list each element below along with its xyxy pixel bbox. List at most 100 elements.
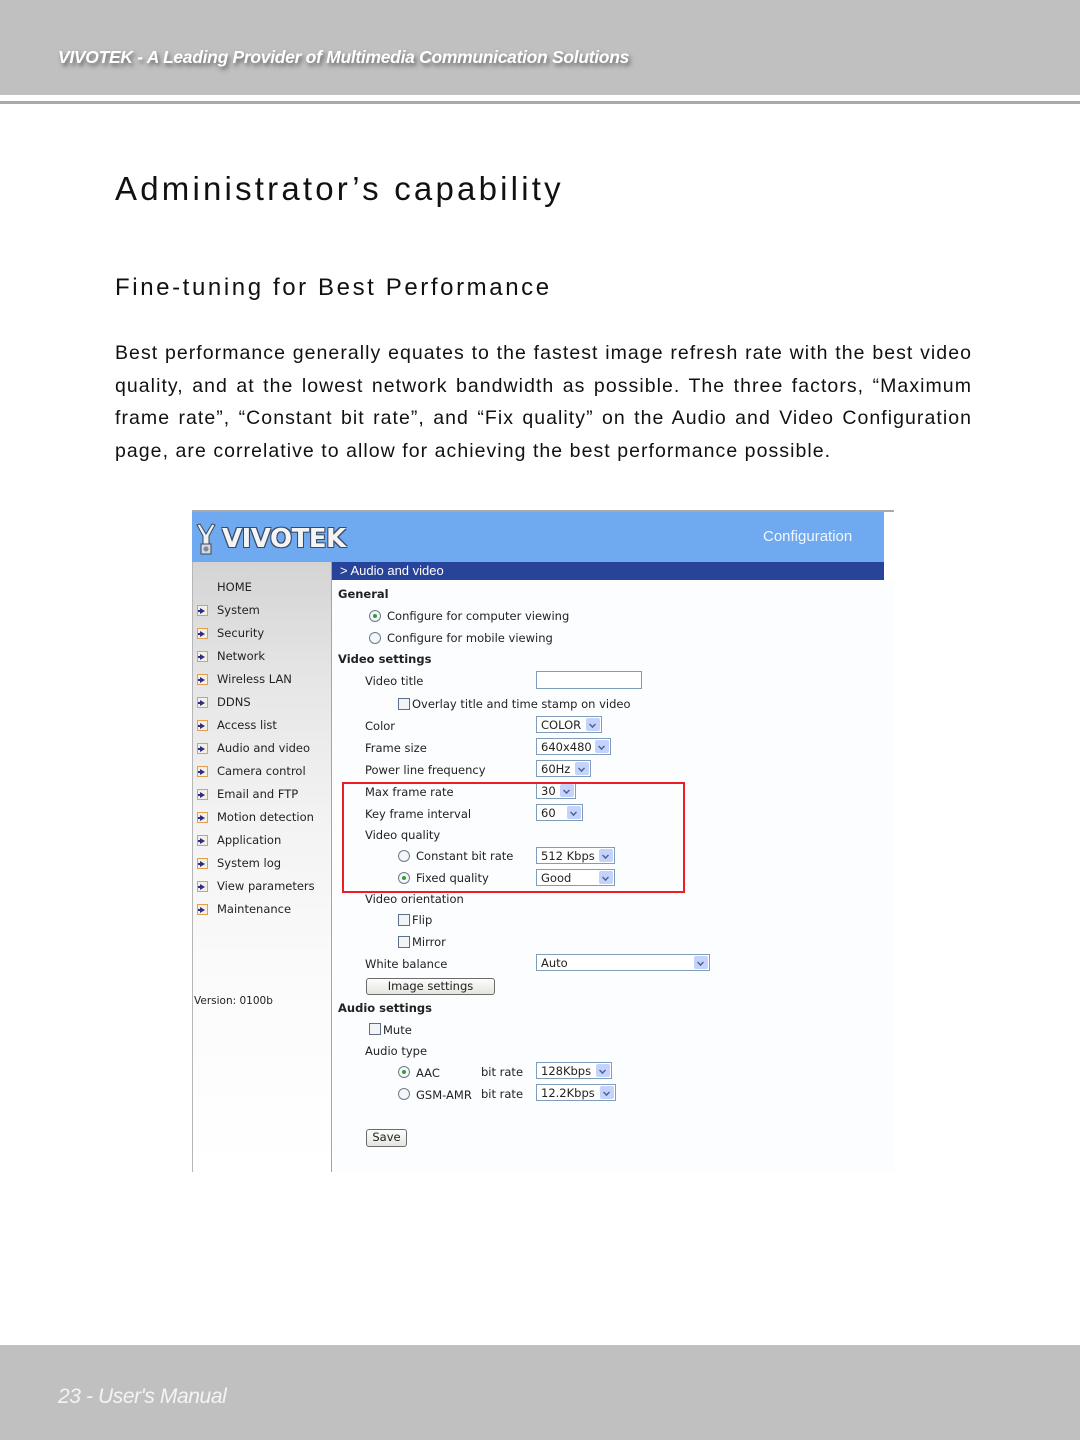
arrow-icon xyxy=(197,697,208,708)
sidebar-item-audio-and-video[interactable]: Audio and video xyxy=(193,739,332,757)
video-title-input[interactable] xyxy=(536,671,642,689)
white-balance-select[interactable]: Auto xyxy=(536,954,710,971)
arrow-icon xyxy=(197,628,208,639)
overlay-label: Overlay title and time stamp on video xyxy=(412,697,631,711)
mute-checkbox[interactable] xyxy=(369,1023,381,1035)
save-button[interactable]: Save xyxy=(366,1129,407,1147)
sidebar-item-network[interactable]: Network xyxy=(193,647,332,665)
sidebar-item-label: Camera control xyxy=(217,764,306,778)
vivotek-logo-icon xyxy=(196,523,216,555)
aac-radio[interactable] xyxy=(398,1066,410,1078)
white-balance-value: Auto xyxy=(541,956,568,970)
overlay-checkbox[interactable] xyxy=(398,698,410,710)
power-line-select[interactable]: 60Hz xyxy=(536,760,591,777)
logo-text: VIVOTEK xyxy=(222,524,346,554)
arrow-icon xyxy=(197,881,208,892)
config-banner: VIVOTEK Configuration xyxy=(192,512,884,562)
page-header: VIVOTEK - A Leading Provider of Multimed… xyxy=(0,0,1080,95)
gsm-bitrate-label: bit rate xyxy=(481,1087,524,1101)
chevron-down-icon xyxy=(694,956,708,969)
frame-size-label: Frame size xyxy=(365,741,427,755)
flip-checkbox[interactable] xyxy=(398,914,410,926)
section-title-bar: > Audio and video xyxy=(332,562,884,580)
video-settings-heading: Video settings xyxy=(338,652,432,666)
mobile-viewing-radio[interactable] xyxy=(369,632,381,644)
mirror-checkbox[interactable] xyxy=(398,936,410,948)
color-value: COLOR xyxy=(541,718,582,732)
aac-bitrate-value: 128Kbps xyxy=(541,1064,592,1078)
sidebar-item-label: Audio and video xyxy=(217,741,311,755)
computer-viewing-label: Configure for computer viewing xyxy=(387,609,570,623)
sidebar-menu: HOME System Security Network Wireless LA… xyxy=(192,562,331,1172)
chevron-down-icon xyxy=(575,762,589,775)
section-title: > Audio and video xyxy=(340,563,444,578)
sidebar-item-label: HOME xyxy=(217,580,252,594)
sidebar-item-view-parameters[interactable]: View parameters xyxy=(193,877,332,895)
arrow-icon xyxy=(197,812,208,823)
version-label: Version: 0100b xyxy=(194,995,273,1007)
sidebar-item-wireless-lan[interactable]: Wireless LAN xyxy=(193,670,332,688)
frame-size-select[interactable]: 640x480 xyxy=(536,738,611,755)
color-label: Color xyxy=(365,719,396,733)
sidebar-item-label: Application xyxy=(217,833,282,847)
sidebar-item-label: Wireless LAN xyxy=(217,672,292,686)
sidebar-item-motion-detection[interactable]: Motion detection xyxy=(193,808,332,826)
video-title-label: Video title xyxy=(365,674,424,688)
arrow-icon xyxy=(197,904,208,915)
color-select[interactable]: COLOR xyxy=(536,716,602,733)
sidebar-item-application[interactable]: Application xyxy=(193,831,332,849)
flip-label: Flip xyxy=(412,913,433,927)
arrow-icon xyxy=(197,651,208,662)
arrow-icon xyxy=(197,766,208,777)
sidebar-item-security[interactable]: Security xyxy=(193,624,332,642)
sidebar-item-label: Email and FTP xyxy=(217,787,299,801)
arrow-icon xyxy=(197,674,208,685)
sidebar-item-system[interactable]: System xyxy=(193,601,332,619)
sidebar-item-label: Access list xyxy=(217,718,277,732)
aac-bitrate-select[interactable]: 128Kbps xyxy=(536,1062,612,1079)
mute-label: Mute xyxy=(383,1023,412,1037)
sidebar-item-home[interactable]: HOME xyxy=(193,578,332,596)
chevron-down-icon xyxy=(596,1064,610,1077)
sidebar-item-access-list[interactable]: Access list xyxy=(193,716,332,734)
section-heading: Fine-tuning for Best Performance xyxy=(115,274,552,301)
mobile-viewing-label: Configure for mobile viewing xyxy=(387,631,553,645)
header-divider xyxy=(0,101,1080,104)
sidebar-item-ddns[interactable]: DDNS xyxy=(193,693,332,711)
gsm-bitrate-select[interactable]: 12.2Kbps xyxy=(536,1084,616,1101)
arrow-icon xyxy=(197,605,208,616)
video-orientation-label: Video orientation xyxy=(365,892,464,906)
aac-label: AAC xyxy=(416,1066,440,1080)
page-number: 23 - User's Manual xyxy=(58,1385,227,1408)
computer-viewing-radio[interactable] xyxy=(369,610,381,622)
image-settings-button[interactable]: Image settings xyxy=(366,978,495,995)
arrow-icon xyxy=(197,858,208,869)
sidebar-item-label: View parameters xyxy=(217,879,315,893)
sidebar-item-label: System xyxy=(217,603,260,617)
vivotek-logo[interactable]: VIVOTEK xyxy=(194,520,346,558)
audio-type-label: Audio type xyxy=(365,1044,428,1058)
sidebar-item-maintenance[interactable]: Maintenance xyxy=(193,900,332,918)
gsm-amr-label: GSM-AMR xyxy=(416,1088,472,1102)
arrow-icon xyxy=(197,720,208,731)
chevron-down-icon xyxy=(600,1086,614,1099)
page-title: Administrator’s capability xyxy=(115,170,564,207)
arrow-icon xyxy=(197,743,208,754)
banner-title: Configuration xyxy=(763,528,853,545)
highlight-box xyxy=(342,782,685,893)
sidebar-item-label: Network xyxy=(217,649,266,663)
mirror-label: Mirror xyxy=(412,935,446,949)
sidebar-item-email-and-ftp[interactable]: Email and FTP xyxy=(193,785,332,803)
sidebar-item-label: Maintenance xyxy=(217,902,292,916)
sidebar-item-camera-control[interactable]: Camera control xyxy=(193,762,332,780)
gsm-bitrate-value: 12.2Kbps xyxy=(541,1086,595,1100)
sidebar-item-label: Security xyxy=(217,626,265,640)
arrow-icon xyxy=(197,789,208,800)
sidebar-item-system-log[interactable]: System log xyxy=(193,854,332,872)
sidebar-item-label: Motion detection xyxy=(217,810,314,824)
gsm-amr-radio[interactable] xyxy=(398,1088,410,1100)
configuration-screenshot: VIVOTEK Configuration > Audio and video … xyxy=(192,510,894,1172)
page-footer: 23 - User's Manual xyxy=(0,1345,1080,1440)
white-balance-label: White balance xyxy=(365,957,448,971)
sidebar-item-label: System log xyxy=(217,856,282,870)
